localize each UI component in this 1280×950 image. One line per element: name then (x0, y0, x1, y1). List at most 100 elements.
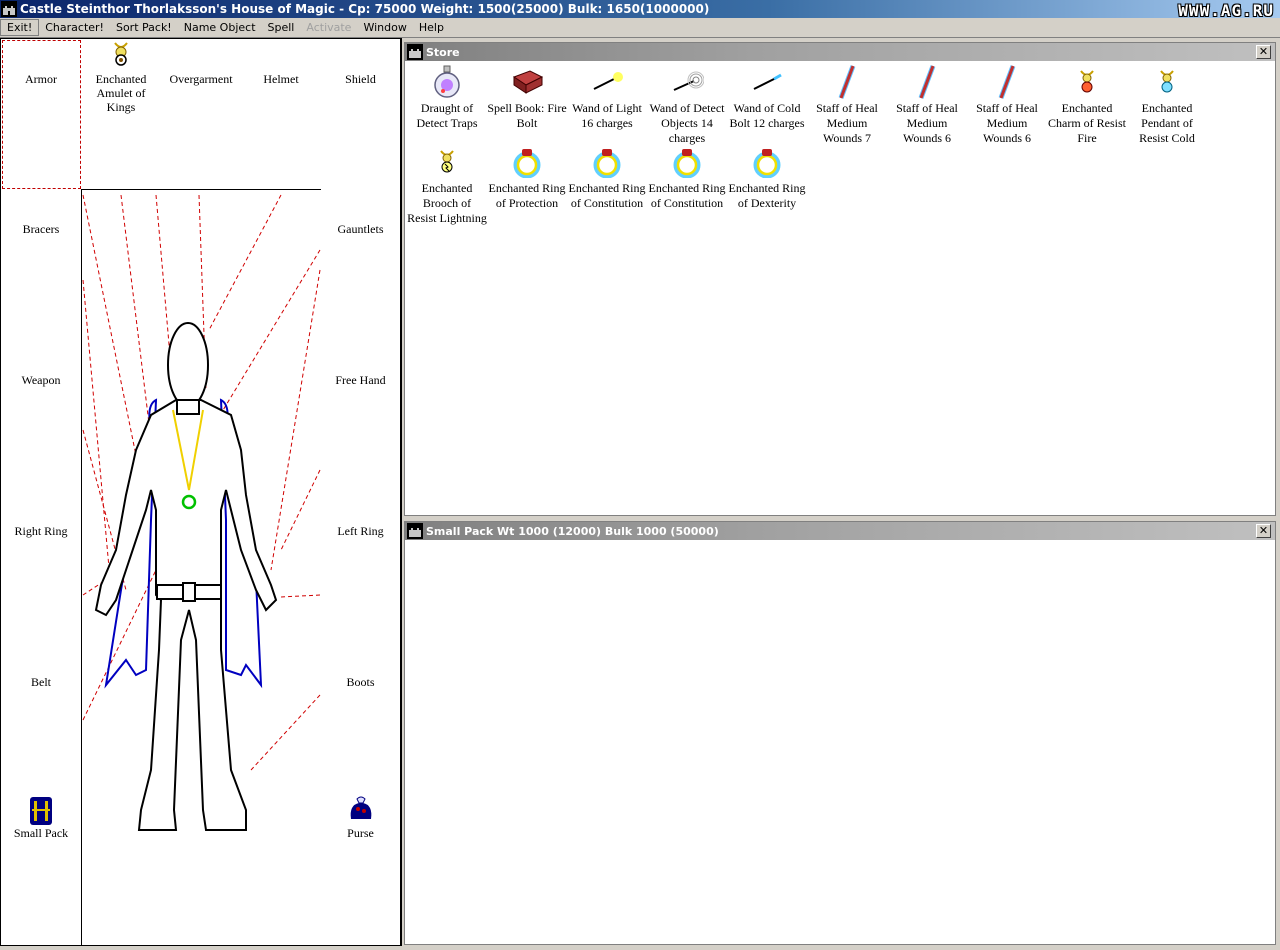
slot-shield[interactable]: Shield (321, 39, 401, 190)
slot-label: Overgarment (169, 72, 233, 86)
slot-label: Left Ring (337, 524, 384, 538)
store-title-bar: Store (405, 43, 1275, 61)
slot-label: Weapon (21, 373, 61, 387)
slot-label: Right Ring (14, 524, 68, 538)
pack-contents-area[interactable] (405, 540, 1275, 944)
slot-free-hand[interactable]: Free Hand (321, 340, 401, 492)
item-label: Wand of Light 16 charges (572, 101, 642, 130)
item-label: Staff of Heal Medium Wounds 7 (816, 101, 878, 145)
potion-icon (434, 65, 460, 98)
menu-spell[interactable]: Spell (262, 20, 301, 35)
slot-left-ring[interactable]: Left Ring (321, 491, 401, 643)
wand-detect-icon (673, 71, 704, 91)
slot-overgarment[interactable]: Overgarment (161, 39, 242, 190)
backpack-icon (30, 797, 52, 825)
item-label: Enchanted Ring of Constitution (648, 181, 726, 210)
slot-label: Shield (345, 72, 376, 86)
store-item-ring-protection[interactable]: Enchanted Ring of Protection (487, 143, 567, 211)
menu-character[interactable]: Character! (39, 20, 110, 35)
slot-bracers[interactable]: Bracers (1, 189, 82, 341)
slot-belt[interactable]: Belt (1, 642, 82, 794)
store-item-wand-cold-bolt[interactable]: Wand of Cold Bolt 12 charges (727, 63, 807, 131)
slot-label: Boots (346, 675, 375, 689)
castle-icon (1, 1, 17, 17)
item-label: Staff of Heal Medium Wounds 6 (896, 101, 958, 145)
slot-label: Armor (25, 72, 57, 86)
wand-light-icon (593, 72, 623, 90)
menu-help[interactable]: Help (413, 20, 450, 35)
slot-label: Enchanted Amulet of Kings (95, 72, 147, 114)
title-bar: Castle Steinthor Thorlaksson's House of … (0, 0, 1280, 20)
store-item-staff-heal-7[interactable]: Staff of Heal Medium Wounds 7 (807, 63, 887, 146)
slot-right-ring[interactable]: Right Ring (1, 491, 82, 643)
slot-helmet[interactable]: Helmet (241, 39, 322, 190)
store-item-brooch-resist-lightning[interactable]: Enchanted Brooch of Resist Lightning (407, 143, 487, 226)
ring-icon (593, 149, 621, 178)
store-item-ring-constitution-a[interactable]: Enchanted Ring of Constitution (567, 143, 647, 211)
slot-label: Bracers (22, 222, 60, 236)
item-label: Staff of Heal Medium Wounds 6 (976, 101, 1038, 145)
slot-label: Small Pack (13, 826, 69, 840)
store-item-pendant-resist-cold[interactable]: Enchanted Pendant of Resist Cold (1127, 63, 1207, 146)
slot-label: Purse (347, 826, 374, 840)
castle-icon (407, 44, 423, 60)
store-item-charm-resist-fire[interactable]: Enchanted Charm of Resist Fire (1047, 63, 1127, 146)
slot-armor[interactable]: Armor (1, 39, 82, 190)
character-figure (81, 190, 322, 946)
paper-doll-figure (82, 194, 321, 831)
slot-weapon[interactable]: Weapon (1, 340, 82, 492)
store-item-staff-heal-6b[interactable]: Staff of Heal Medium Wounds 6 (967, 63, 1047, 146)
menu-exit[interactable]: Exit! (0, 19, 40, 36)
store-item-wand-detect-objects[interactable]: Wand of Detect Objects 14 charges (647, 63, 727, 146)
window-title: Castle Steinthor Thorlaksson's House of … (20, 2, 710, 16)
pack-close-button[interactable]: ✕ (1256, 524, 1271, 538)
store-title: Store (426, 45, 460, 59)
slot-amulet[interactable]: Enchanted Amulet of Kings (81, 39, 162, 190)
slot-label: Gauntlets (337, 222, 384, 236)
item-label: Enchanted Ring of Protection (488, 181, 566, 210)
menu-activate[interactable]: Activate (300, 20, 357, 35)
menu-name-object[interactable]: Name Object (178, 20, 262, 35)
wand-cold-icon (753, 73, 782, 90)
store-item-draught-detect-traps[interactable]: Draught of Detect Traps (407, 63, 487, 131)
small-pack-window: Small Pack Wt 1000 (12000) Bulk 1000 (50… (404, 521, 1276, 945)
slot-small-pack[interactable]: Small Pack (1, 793, 82, 945)
store-window: Store ✕ Draught of Detect Traps Spell Bo… (404, 42, 1276, 516)
store-item-staff-heal-6a[interactable]: Staff of Heal Medium Wounds 6 (887, 63, 967, 146)
pendant-icon (1160, 70, 1174, 93)
store-item-ring-dexterity[interactable]: Enchanted Ring of Dexterity (727, 143, 807, 211)
pack-title: Small Pack Wt 1000 (12000) Bulk 1000 (50… (426, 524, 719, 538)
store-item-wand-light[interactable]: Wand of Light 16 charges (567, 63, 647, 131)
item-label: Wand of Cold Bolt 12 charges (729, 101, 805, 130)
slot-boots[interactable]: Boots (321, 642, 401, 794)
purse-icon (350, 796, 371, 819)
ring-icon (673, 149, 701, 178)
store-item-ring-constitution-b[interactable]: Enchanted Ring of Constitution (647, 143, 727, 211)
charm-icon (1080, 70, 1094, 93)
store-close-button[interactable]: ✕ (1256, 45, 1271, 59)
slot-gauntlets[interactable]: Gauntlets (321, 189, 401, 341)
item-label: Spell Book: Fire Bolt (487, 101, 567, 130)
item-label: Enchanted Pendant of Resist Cold (1139, 101, 1195, 145)
amulet-icon (114, 42, 128, 66)
pack-title-bar: Small Pack Wt 1000 (12000) Bulk 1000 (50… (405, 522, 1275, 540)
menu-bar: Exit! Character! Sort Pack! Name Object … (0, 18, 1280, 38)
store-item-spellbook-fire-bolt[interactable]: Spell Book: Fire Bolt (487, 63, 567, 131)
spellbook-icon (512, 70, 544, 94)
staff-icon (838, 65, 856, 99)
app-window: Castle Steinthor Thorlaksson's House of … (0, 0, 1280, 950)
menu-window[interactable]: Window (357, 20, 412, 35)
menu-sort-pack[interactable]: Sort Pack! (110, 20, 178, 35)
slot-purse[interactable]: Purse (321, 793, 401, 945)
equipment-panel: Armor Enchanted Amulet of Kings Overgarm… (0, 38, 402, 946)
item-label: Enchanted Charm of Resist Fire (1048, 101, 1126, 145)
item-label: Enchanted Brooch of Resist Lightning (407, 181, 487, 225)
item-label: Enchanted Ring of Dexterity (728, 181, 806, 210)
item-label: Wand of Detect Objects 14 charges (649, 101, 725, 145)
slot-label: Helmet (263, 72, 299, 86)
item-label: Enchanted Ring of Constitution (568, 181, 646, 210)
ring-icon (753, 149, 781, 178)
slot-label: Belt (31, 675, 51, 689)
staff-icon (918, 65, 936, 99)
castle-icon (407, 523, 423, 539)
